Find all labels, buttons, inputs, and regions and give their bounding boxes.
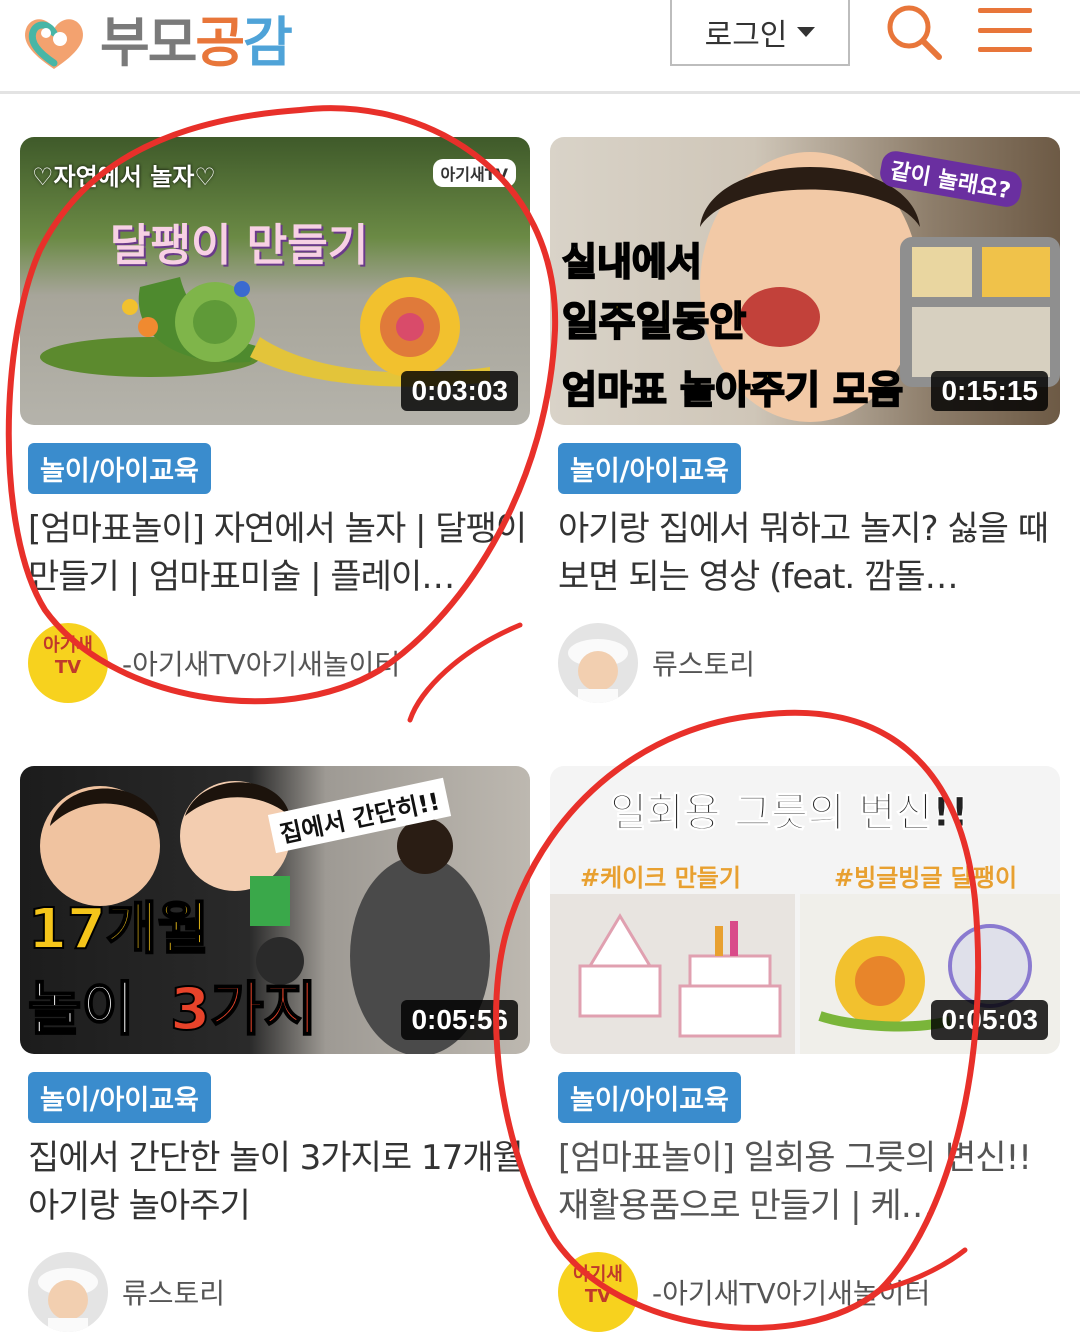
- logo-char-1: 부: [100, 11, 150, 74]
- logo-char-2: 모: [147, 11, 198, 74]
- video-thumbnail[interactable]: ♡자연에서 놀자♡ 아기새TV 달팽이 만들기 0:03:03: [20, 137, 530, 425]
- thumb-line-2: 일주일동안: [561, 298, 747, 346]
- channel-info[interactable]: 류스토리: [28, 1252, 225, 1332]
- video-title[interactable]: [엄마표놀이] 자연에서 놀자 | 달팽이 만들기 | 엄마표미술 | 플레이…: [28, 505, 528, 601]
- channel-avatar[interactable]: [28, 1252, 108, 1332]
- channel-name[interactable]: -아기새TV아기새놀이터: [122, 643, 400, 683]
- video-title[interactable]: [엄마표놀이] 일회용 그릇의 변신!! 재활용품으로 만들기 | 케…: [558, 1134, 1058, 1230]
- video-thumbnail[interactable]: 집에서 간단히!! 17개월 놀이 3가지 0:05:56: [20, 766, 530, 1054]
- thumb-line-2: 놀이: [27, 974, 136, 1044]
- top-header: 부 모 공 감 로그인: [0, 0, 1080, 94]
- video-duration: 0:05:03: [931, 1000, 1048, 1040]
- video-card-2[interactable]: 같이 놀래요? 실내에서 일주일동안 엄마표 놀아주기 모음 0:15:15 놀…: [550, 137, 1060, 703]
- heart-logo-icon: [20, 13, 88, 73]
- channel-avatar[interactable]: 아기새 TV: [558, 1252, 638, 1332]
- thumb-title-text: 일회용 그릇의 변신!!: [610, 790, 970, 837]
- hamburger-menu-icon[interactable]: [978, 8, 1032, 52]
- category-badge[interactable]: 놀이/아이교육: [28, 443, 211, 494]
- video-card-1[interactable]: ♡자연에서 놀자♡ 아기새TV 달팽이 만들기 0:03:03 놀이/아이교육 …: [20, 137, 530, 703]
- avatar-text: 아기새 TV: [43, 635, 93, 678]
- channel-avatar[interactable]: 아기새 TV: [28, 623, 108, 703]
- channel-info[interactable]: 류스토리: [558, 623, 755, 703]
- chevron-down-icon: [797, 27, 816, 37]
- thumb-tag-1: #케이크 만들기: [580, 864, 741, 892]
- channel-avatar[interactable]: [558, 623, 638, 703]
- channel-name[interactable]: -아기새TV아기새놀이터: [652, 1272, 930, 1312]
- category-badge[interactable]: 놀이/아이교육: [558, 1072, 741, 1123]
- thumb-channel-text: 아기새TV: [432, 159, 516, 187]
- thumb-tag-2: #빙글빙글 달팽이: [834, 864, 1018, 892]
- site-logo[interactable]: 부 모 공 감: [20, 0, 293, 86]
- video-duration: 0:15:15: [931, 371, 1048, 411]
- category-badge[interactable]: 놀이/아이교육: [28, 1072, 211, 1123]
- channel-name[interactable]: 류스토리: [122, 1272, 225, 1312]
- thumb-title-text: 달팽이 만들기: [110, 220, 369, 271]
- video-thumbnail[interactable]: 같이 놀래요? 실내에서 일주일동안 엄마표 놀아주기 모음 0:15:15: [550, 137, 1060, 425]
- avatar-text: 아기새 TV: [573, 1264, 623, 1307]
- video-title[interactable]: 집에서 간단한 놀이 3가지로 17개월 아기랑 놀아주기: [28, 1134, 528, 1230]
- video-duration: 0:05:56: [401, 1000, 518, 1040]
- thumb-tag-text: ♡자연에서 놀자♡: [32, 163, 216, 191]
- logo-wordmark: 부 모 공 감: [100, 11, 293, 74]
- login-label: 로그인: [704, 18, 788, 53]
- logo-char-3: 공: [195, 11, 245, 74]
- search-icon[interactable]: [884, 2, 944, 62]
- channel-name[interactable]: 류스토리: [652, 643, 755, 683]
- video-card-4[interactable]: 일회용 그릇의 변신!! #케이크 만들기 #빙글빙글 달팽이 0:05:03 …: [550, 766, 1060, 1332]
- login-dropdown-button[interactable]: 로그인: [670, 0, 850, 66]
- video-thumbnail[interactable]: 일회용 그릇의 변신!! #케이크 만들기 #빙글빙글 달팽이 0:05:03: [550, 766, 1060, 1054]
- video-duration: 0:03:03: [401, 371, 518, 411]
- category-badge[interactable]: 놀이/아이교육: [558, 443, 741, 494]
- thumb-line-3: 엄마표 놀아주기 모음: [561, 367, 904, 413]
- video-card-3[interactable]: 집에서 간단히!! 17개월 놀이 3가지 0:05:56 놀이/아이교육 집에…: [20, 766, 530, 1332]
- thumb-line-1: 실내에서: [561, 239, 703, 285]
- video-title[interactable]: 아기랑 집에서 뭐하고 놀지? 싫을 때 보면 되는 영상 (feat. 깜돌…: [558, 505, 1058, 601]
- logo-char-4: 감: [243, 11, 293, 74]
- thumb-line-3: 3가지: [169, 974, 318, 1044]
- channel-info[interactable]: 아기새 TV -아기새TV아기새놀이터: [28, 623, 400, 703]
- channel-info[interactable]: 아기새 TV -아기새TV아기새놀이터: [558, 1252, 930, 1332]
- thumb-line-1: 17개월: [27, 896, 210, 963]
